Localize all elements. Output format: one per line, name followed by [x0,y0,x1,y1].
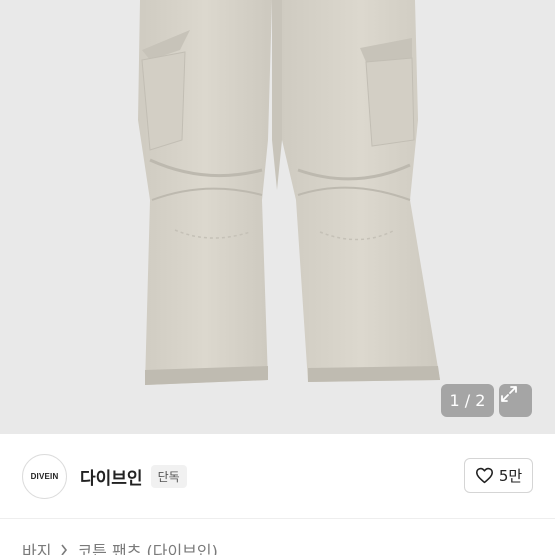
product-image-gallery[interactable]: 1 / 2 [0,0,555,434]
chevron-right-icon [60,544,68,555]
breadcrumb-product[interactable]: 코튼 팬츠 (다이브인) [77,538,217,555]
breadcrumb: 바지 코튼 팬츠 (다이브인) [22,538,218,555]
seller-name[interactable]: 다이브인 [80,464,143,489]
expand-arrows-icon [501,386,517,402]
divider [0,518,555,519]
image-counter: 1 / 2 [441,384,494,417]
like-button[interactable]: 5만 [464,458,533,493]
cargo-pants-image [138,0,440,385]
exclusive-badge: 단독 [150,464,187,488]
expand-image-button[interactable] [499,384,532,417]
seller-avatar[interactable]: DIVEIN [22,453,67,499]
breadcrumb-category[interactable]: 바지 [22,538,51,555]
like-count: 5만 [498,467,523,485]
seller-row[interactable]: DIVEIN 다이브인 단독 5만 [0,434,555,518]
heart-outline-icon [475,467,493,484]
